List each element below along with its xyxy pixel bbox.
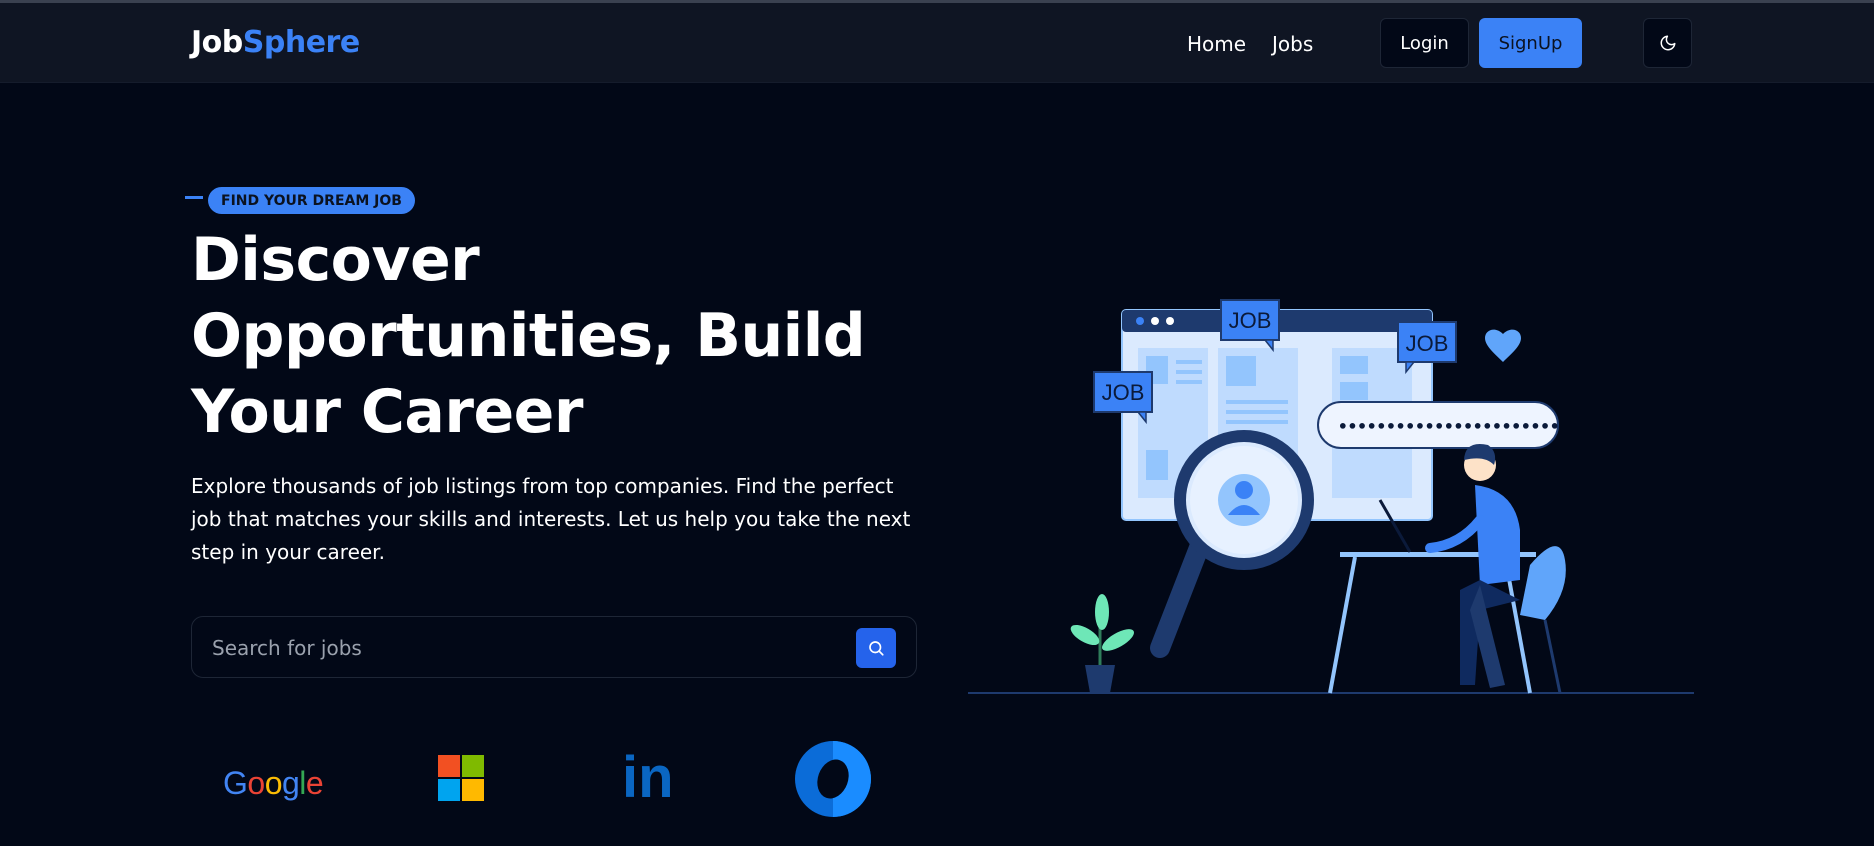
search-pill-graphic: •••••••••••••••••••••••	[1317, 401, 1560, 449]
hero-description: Explore thousands of job listings from t…	[191, 474, 911, 564]
plant-graphic	[1070, 594, 1134, 693]
heart-icon	[1485, 329, 1521, 362]
search-button[interactable]	[856, 628, 896, 668]
signup-button[interactable]: SignUp	[1479, 18, 1582, 68]
hero-title-line-2: Opportunities, Build	[191, 301, 866, 371]
hero-badge: FIND YOUR DREAM JOB	[208, 187, 415, 214]
nav-link-home[interactable]: Home	[1187, 32, 1246, 56]
hero-title: Discover Opportunities, Build Your Caree…	[191, 222, 891, 450]
hero-title-line-1: Discover	[191, 225, 480, 295]
magnifier-graphic	[1150, 430, 1314, 658]
hero-illustration: JOB JOB JOB •••••••••••••••••••••••	[968, 299, 1694, 694]
brand-part-2: Sphere	[242, 25, 360, 60]
job-tag-2-text: JOB	[1229, 308, 1272, 333]
theme-toggle-button[interactable]	[1643, 18, 1692, 68]
navbar: JobSphere Home Jobs Login SignUp	[0, 3, 1874, 83]
search-pill-dots: •••••••••••••••••••••••	[1338, 417, 1560, 436]
google-logo: Google	[223, 765, 324, 801]
moon-icon	[1660, 35, 1675, 51]
company-logo-circle	[795, 741, 871, 817]
search-input[interactable]	[212, 632, 812, 664]
brand-part-1: Job	[191, 25, 243, 60]
job-tag-3-text: JOB	[1406, 331, 1449, 356]
nav-link-jobs[interactable]: Jobs	[1272, 32, 1313, 56]
linkedin-logo: in	[622, 745, 674, 810]
brand-logo[interactable]: JobSphere	[191, 25, 360, 60]
login-button[interactable]: Login	[1380, 18, 1469, 68]
hero-title-line-3: Your Career	[191, 377, 583, 447]
search-bar	[191, 616, 917, 678]
job-tag-1-text: JOB	[1102, 380, 1145, 405]
microsoft-logo	[438, 755, 484, 801]
search-icon	[869, 641, 884, 656]
badge-accent-line	[185, 196, 203, 199]
